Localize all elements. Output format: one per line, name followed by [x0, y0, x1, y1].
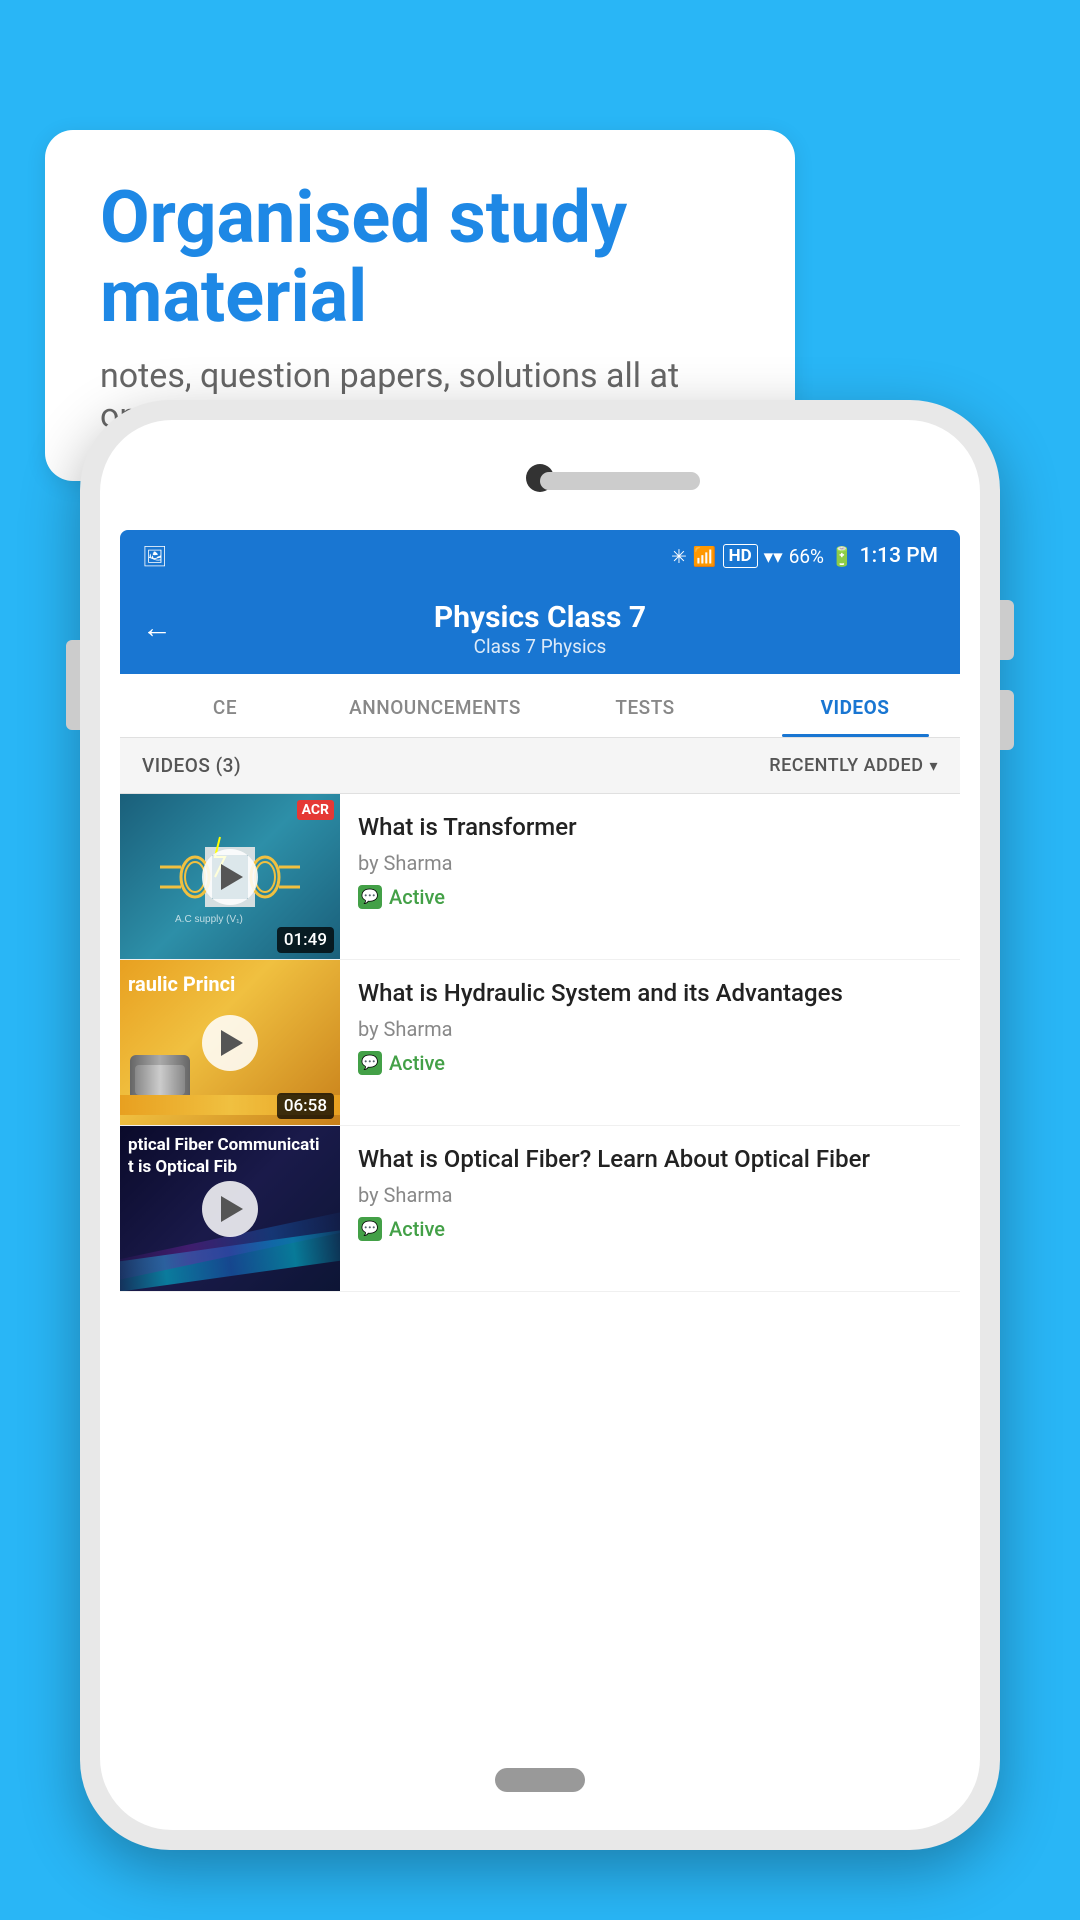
image-icon: 🖼 [142, 544, 167, 568]
battery-percent: 66% [789, 545, 824, 568]
status-badge-3: Active [358, 1217, 942, 1241]
status-left: 🖼 [142, 544, 167, 568]
play-button-2[interactable] [202, 1015, 258, 1071]
play-icon [221, 1196, 243, 1222]
video-item[interactable]: ptical Fiber Communicatit is Optical Fib… [120, 1126, 960, 1292]
status-text-3: Active [389, 1217, 445, 1241]
videos-count: VIDEOS (3) [142, 754, 241, 777]
video-item[interactable]: A.C supply (V₁) ACR 01:49 What is Transf… [120, 794, 960, 960]
breadcrumb: Class 7 Physics [142, 635, 938, 658]
play-icon [221, 1030, 243, 1056]
screen: 🖼 ✳ 📶 HD ▾▾ 66% 🔋 1:13 PM ← Phys [120, 530, 960, 1750]
status-badge-1: Active [358, 885, 942, 909]
wifi-icon: ▾▾ [764, 545, 783, 568]
hd-badge: HD [723, 544, 758, 568]
status-text-1: Active [389, 885, 445, 909]
acr-badge: ACR [297, 800, 334, 820]
status-badge-2: Active [358, 1051, 942, 1075]
video-thumbnail-1: A.C supply (V₁) ACR 01:49 [120, 794, 340, 959]
video-info-1: What is Transformer by Sharma Active [340, 794, 960, 959]
play-button-3[interactable] [202, 1181, 258, 1237]
video-list: A.C supply (V₁) ACR 01:49 What is Transf… [120, 794, 960, 1292]
header-title: Physics Class 7 [142, 600, 938, 635]
tab-ce[interactable]: CE [120, 674, 330, 737]
app-header: ← Physics Class 7 Class 7 Physics [120, 582, 960, 674]
video-duration-2: 06:58 [277, 1093, 334, 1119]
video-thumbnail-3: ptical Fiber Communicatit is Optical Fib [120, 1126, 340, 1291]
breadcrumb-text: Class 7 Physics [474, 635, 607, 658]
signal-icon: 📶 [693, 545, 717, 568]
back-button[interactable]: ← [142, 611, 172, 646]
video-info-2: What is Hydraulic System and its Advanta… [340, 960, 960, 1125]
video-item[interactable]: raulic Princi [120, 960, 960, 1126]
hydraulic-text: raulic Princi [128, 972, 235, 996]
status-text-2: Active [389, 1051, 445, 1075]
battery-icon: 🔋 [830, 545, 854, 568]
video-title-1: What is Transformer [358, 812, 942, 843]
home-button[interactable] [495, 1768, 585, 1792]
svg-text:A.C supply (V₁): A.C supply (V₁) [175, 914, 243, 925]
sort-label: RECENTLY ADDED [769, 755, 923, 776]
bubble-title: Organised study material [100, 178, 740, 336]
video-author-1: by Sharma [358, 851, 942, 875]
status-right: ✳ 📶 HD ▾▾ 66% 🔋 1:13 PM [671, 544, 938, 568]
tab-videos[interactable]: VIDEOS [750, 674, 960, 737]
sort-button[interactable]: RECENTLY ADDED ▾ [769, 755, 938, 776]
video-author-3: by Sharma [358, 1183, 942, 1207]
video-title-2: What is Hydraulic System and its Advanta… [358, 978, 942, 1009]
video-duration-1: 01:49 [277, 927, 334, 953]
status-bar: 🖼 ✳ 📶 HD ▾▾ 66% 🔋 1:13 PM [120, 530, 960, 582]
chat-icon [358, 1217, 382, 1241]
bluetooth-icon: ✳ [671, 545, 687, 568]
tab-announcements[interactable]: ANNOUNCEMENTS [330, 674, 540, 737]
status-time: 1:13 PM [860, 544, 938, 568]
chevron-down-icon: ▾ [929, 756, 938, 775]
speaker [540, 472, 700, 490]
phone-mockup: 🖼 ✳ 📶 HD ▾▾ 66% 🔋 1:13 PM ← Phys [80, 400, 1000, 1850]
video-thumbnail-2: raulic Princi [120, 960, 340, 1125]
optical-title: ptical Fiber Communicatit is Optical Fib [128, 1134, 319, 1178]
videos-toolbar: VIDEOS (3) RECENTLY ADDED ▾ [120, 738, 960, 794]
tab-bar: CE ANNOUNCEMENTS TESTS VIDEOS [120, 674, 960, 738]
chat-icon [358, 885, 382, 909]
chat-icon [358, 1051, 382, 1075]
play-icon [221, 864, 243, 890]
tab-tests[interactable]: TESTS [540, 674, 750, 737]
video-title-3: What is Optical Fiber? Learn About Optic… [358, 1144, 942, 1175]
video-author-2: by Sharma [358, 1017, 942, 1041]
video-info-3: What is Optical Fiber? Learn About Optic… [340, 1126, 960, 1291]
play-button-1[interactable] [202, 849, 258, 905]
